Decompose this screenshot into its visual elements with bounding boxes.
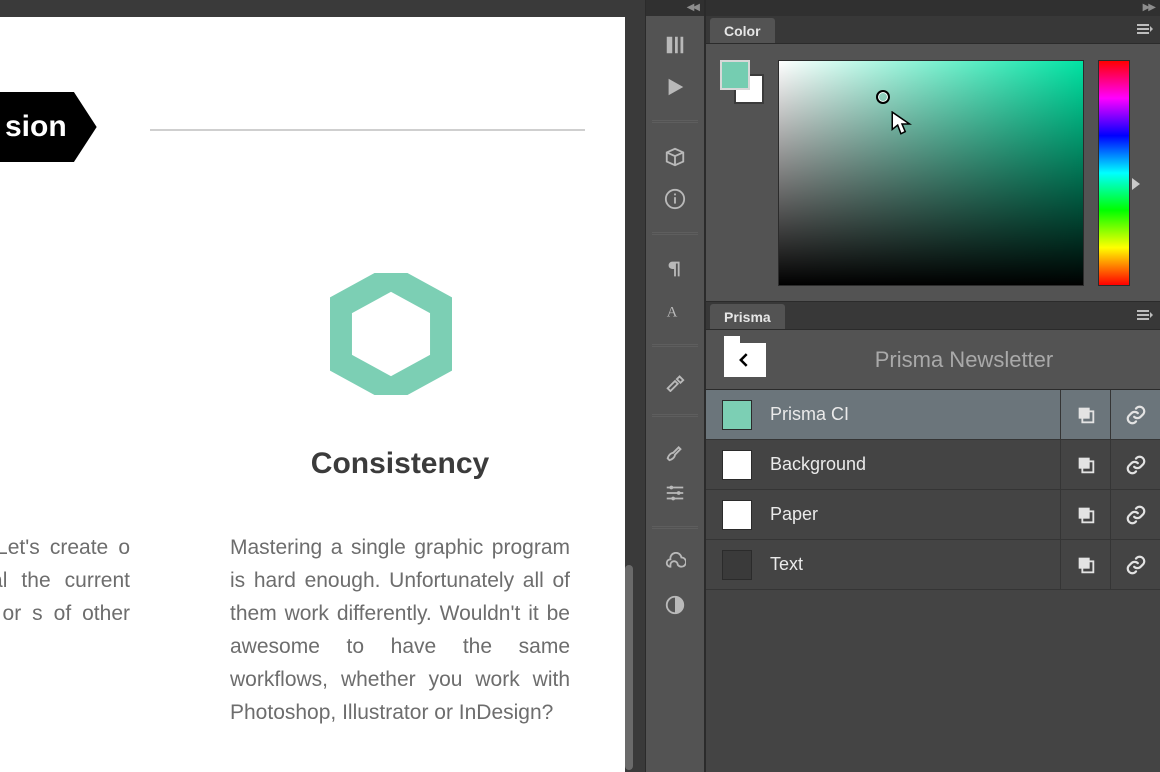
paragraph-tool-icon[interactable] <box>653 26 697 64</box>
fg-swatch[interactable] <box>720 60 750 90</box>
section-flag: sion <box>0 92 97 162</box>
sliders-icon[interactable] <box>653 474 697 512</box>
copy-icon[interactable] <box>1060 540 1110 590</box>
panels-collapse-right[interactable]: ▶▶ <box>706 0 1160 16</box>
swatch-color-chip <box>722 500 752 530</box>
panel-menu-icon[interactable] <box>1136 308 1154 322</box>
color-panel-body <box>706 44 1160 302</box>
column-1-body: ns within Let's create o our mental the … <box>0 531 130 663</box>
tools-icon[interactable] <box>653 362 697 400</box>
swatch-color-chip <box>722 400 752 430</box>
copy-icon[interactable] <box>1060 490 1110 540</box>
project-title: Prisma Newsletter <box>786 347 1142 373</box>
svg-text:A: A <box>667 305 678 321</box>
cc-icon[interactable] <box>653 544 697 582</box>
link-icon[interactable] <box>1110 540 1160 590</box>
swatch-row[interactable]: Background <box>706 440 1160 490</box>
column-2-heading: Consistency <box>230 447 570 481</box>
swatch-name: Paper <box>770 504 1060 525</box>
copy-icon[interactable] <box>1060 440 1110 490</box>
hue-pointer[interactable] <box>1132 178 1140 190</box>
prisma-panel-tabrow: Prisma <box>706 302 1160 330</box>
link-icon[interactable] <box>1110 390 1160 440</box>
tab-prisma[interactable]: Prisma <box>710 304 785 329</box>
pilcrow-icon[interactable] <box>653 250 697 288</box>
swatch-name: Background <box>770 454 1060 475</box>
saturation-value-picker[interactable] <box>778 60 1084 286</box>
swatch-row[interactable]: Paper <box>706 490 1160 540</box>
swatch-color-chip <box>722 450 752 480</box>
copy-icon[interactable] <box>1060 390 1110 440</box>
document-canvas[interactable]: sion xt ns within Let's create o our men… <box>0 17 625 772</box>
character-icon[interactable]: A <box>653 292 697 330</box>
hue-slider[interactable] <box>1098 60 1130 286</box>
sv-selection-ring <box>876 90 890 104</box>
hexagon-icon <box>330 273 452 395</box>
color-panel-tabrow: Color <box>706 16 1160 44</box>
info-icon[interactable] <box>653 180 697 218</box>
brush-icon[interactable] <box>653 432 697 470</box>
right-panels: ▶▶ Color Prisma <box>705 0 1160 772</box>
package-icon[interactable] <box>653 138 697 176</box>
play-icon[interactable] <box>653 68 697 106</box>
swatch-row[interactable]: Text <box>706 540 1160 590</box>
prisma-panel-body: Prisma Newsletter Prisma CI Background Pap… <box>706 330 1160 772</box>
link-icon[interactable] <box>1110 490 1160 540</box>
tab-color[interactable]: Color <box>710 18 775 43</box>
dock-collapse-left[interactable]: ◀◀ <box>646 0 704 16</box>
swatch-row[interactable]: Prisma CI <box>706 390 1160 440</box>
canvas-scrollbar[interactable] <box>625 565 633 770</box>
heading-divider <box>150 129 585 131</box>
column-1-heading: xt <box>0 447 130 481</box>
column-2-body: Mastering a single graphic program is ha… <box>230 531 570 729</box>
fg-bg-swatch[interactable] <box>720 60 764 104</box>
back-button[interactable] <box>724 343 766 377</box>
swatch-name: Text <box>770 554 1060 575</box>
prisma-header: Prisma Newsletter <box>706 330 1160 390</box>
swatch-name: Prisma CI <box>770 404 1060 425</box>
link-icon[interactable] <box>1110 440 1160 490</box>
swatch-color-chip <box>722 550 752 580</box>
cursor-icon <box>891 111 913 137</box>
panel-menu-icon[interactable] <box>1136 22 1154 36</box>
contrast-icon[interactable] <box>653 586 697 624</box>
tool-dock: ◀◀ A <box>645 0 705 772</box>
swatch-list: Prisma CI Background Paper Text <box>706 390 1160 590</box>
